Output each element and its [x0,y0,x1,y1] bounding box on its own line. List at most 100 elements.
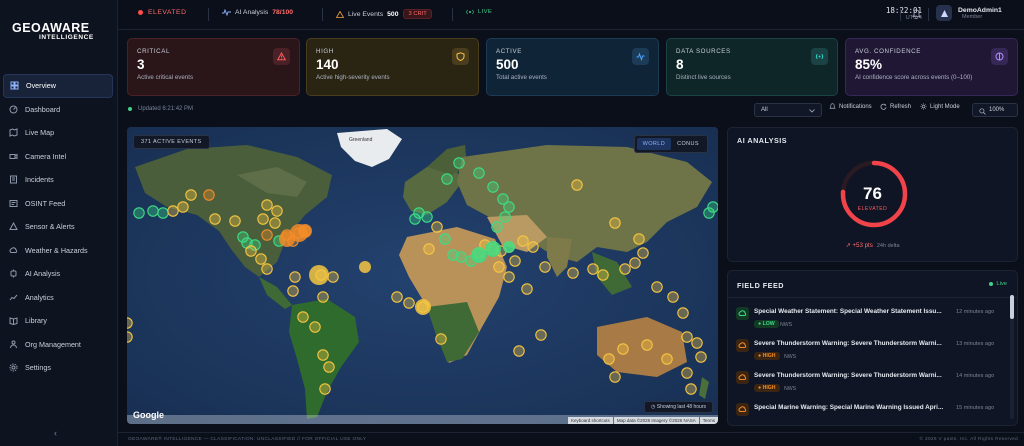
view-conus-button[interactable]: CONUS [671,138,705,150]
event-marker[interactable] [421,211,433,223]
collapse-sidebar-button[interactable]: ‹ [54,428,57,438]
stat-card-critical[interactable]: CRITICAL 3 Active critical events [127,38,300,96]
light-mode-toggle[interactable]: Light Mode [920,103,960,110]
event-marker[interactable] [209,213,221,225]
event-cluster-marker[interactable] [279,231,295,247]
event-marker[interactable] [391,291,403,303]
terms-link[interactable]: Terms [699,417,718,424]
event-marker[interactable] [439,233,451,245]
sidebar-item-dashboard[interactable]: Dashboard [3,98,113,122]
event-marker[interactable] [609,371,621,383]
event-marker[interactable] [453,157,465,169]
event-cluster-marker[interactable] [359,261,371,273]
threat-status[interactable]: ELEVATED [138,9,187,16]
ai-analysis-indicator[interactable]: AI Analysis 78/100 [222,9,293,16]
feed-item[interactable]: Special Weather Statement: Special Weath… [736,305,1001,337]
sidebar-item-analytics[interactable]: Analytics [3,286,113,310]
event-marker[interactable] [493,261,505,273]
event-marker[interactable] [423,243,435,255]
sidebar-item-weather-hazards[interactable]: Weather & Hazards [3,239,113,263]
sidebar-item-overview[interactable]: Overview [3,74,113,98]
event-marker[interactable] [517,235,529,247]
notifications-toggle[interactable]: Notifications [829,103,872,110]
feed-item[interactable]: Severe Thunderstorm Warning: Severe Thun… [736,369,1001,401]
event-marker[interactable] [619,263,631,275]
event-marker[interactable] [503,271,515,283]
event-marker[interactable] [681,331,693,343]
event-cluster-marker[interactable] [415,299,431,315]
event-marker[interactable] [571,179,583,191]
event-marker[interactable] [503,201,515,213]
event-marker[interactable] [317,349,329,361]
event-marker[interactable] [409,213,421,225]
event-marker[interactable] [487,181,499,193]
event-marker[interactable] [641,339,653,351]
event-marker[interactable] [319,383,331,395]
event-marker[interactable] [707,201,718,213]
event-marker[interactable] [323,361,335,373]
event-marker[interactable] [695,351,707,363]
event-marker[interactable] [403,297,415,309]
event-marker[interactable] [309,321,321,333]
sidebar-item-camera-intel[interactable]: Camera Intel [3,145,113,169]
event-marker[interactable] [441,173,453,185]
event-marker[interactable] [157,207,169,219]
notifications-bell-icon[interactable] [912,9,921,21]
event-marker[interactable] [203,189,215,201]
event-marker[interactable] [269,217,281,229]
event-marker[interactable] [255,253,267,265]
event-marker[interactable] [633,233,645,245]
event-marker[interactable] [617,343,629,355]
scrollbar-thumb[interactable] [1010,295,1014,319]
event-marker[interactable] [289,271,301,283]
sidebar-item-sensor-alerts[interactable]: Sensor & Alerts [3,215,113,239]
event-marker[interactable] [667,291,679,303]
feed-scrollbar[interactable] [1010,295,1014,419]
world-map[interactable]: Greenland 371 ACTIVE EVENTS WORLD CONUS … [127,127,718,424]
event-marker[interactable] [245,245,257,257]
event-marker[interactable] [261,229,273,241]
event-cluster-marker[interactable] [298,224,312,238]
event-marker[interactable] [527,241,539,253]
event-marker[interactable] [597,269,609,281]
event-marker[interactable] [539,261,551,273]
refresh-button[interactable]: Refresh [880,103,911,110]
event-marker[interactable] [455,251,467,263]
event-marker[interactable] [535,329,547,341]
event-marker[interactable] [177,201,189,213]
event-marker[interactable] [677,307,689,319]
stat-card-high[interactable]: HIGH 140 Active high-severity events [306,38,479,96]
sidebar-item-settings[interactable]: Settings [3,356,113,380]
event-marker[interactable] [499,211,511,223]
zoom-control[interactable]: 100% [972,103,1018,117]
user-menu[interactable]: DemoAdmin1 Member [936,5,1024,21]
event-marker[interactable] [691,337,703,349]
event-marker[interactable] [261,263,273,275]
view-world-button[interactable]: WORLD [636,138,672,150]
event-marker[interactable] [473,167,485,179]
event-cluster-marker[interactable] [471,247,487,263]
sidebar-item-org-management[interactable]: Org Management [3,333,113,357]
event-marker[interactable] [127,317,133,329]
event-marker[interactable] [185,189,197,201]
event-marker[interactable] [229,215,241,227]
event-cluster-marker[interactable] [503,241,515,253]
feed-item[interactable]: Special Marine Warning: Special Marine W… [736,401,1001,425]
event-marker[interactable] [603,353,615,365]
event-marker[interactable] [651,281,663,293]
event-marker[interactable] [567,267,579,279]
source-filter-select[interactable]: All [754,103,822,117]
event-marker[interactable] [491,221,503,233]
event-marker[interactable] [637,247,649,259]
live-events-indicator[interactable]: Live Events 500 3 CRIT [336,9,432,19]
event-marker[interactable] [435,333,447,345]
feed-item[interactable]: Severe Thunderstorm Warning: Severe Thun… [736,337,1001,369]
event-marker[interactable] [629,257,641,269]
event-marker[interactable] [297,311,309,323]
event-marker[interactable] [257,213,269,225]
sidebar-item-ai-analysis[interactable]: AI Analysis [3,262,113,286]
event-marker[interactable] [521,283,533,295]
event-marker[interactable] [509,255,521,267]
stat-card-avg-confidence[interactable]: AVG. CONFIDENCE 85% AI confidence score ac… [845,38,1018,96]
map-canvas[interactable] [127,127,718,424]
